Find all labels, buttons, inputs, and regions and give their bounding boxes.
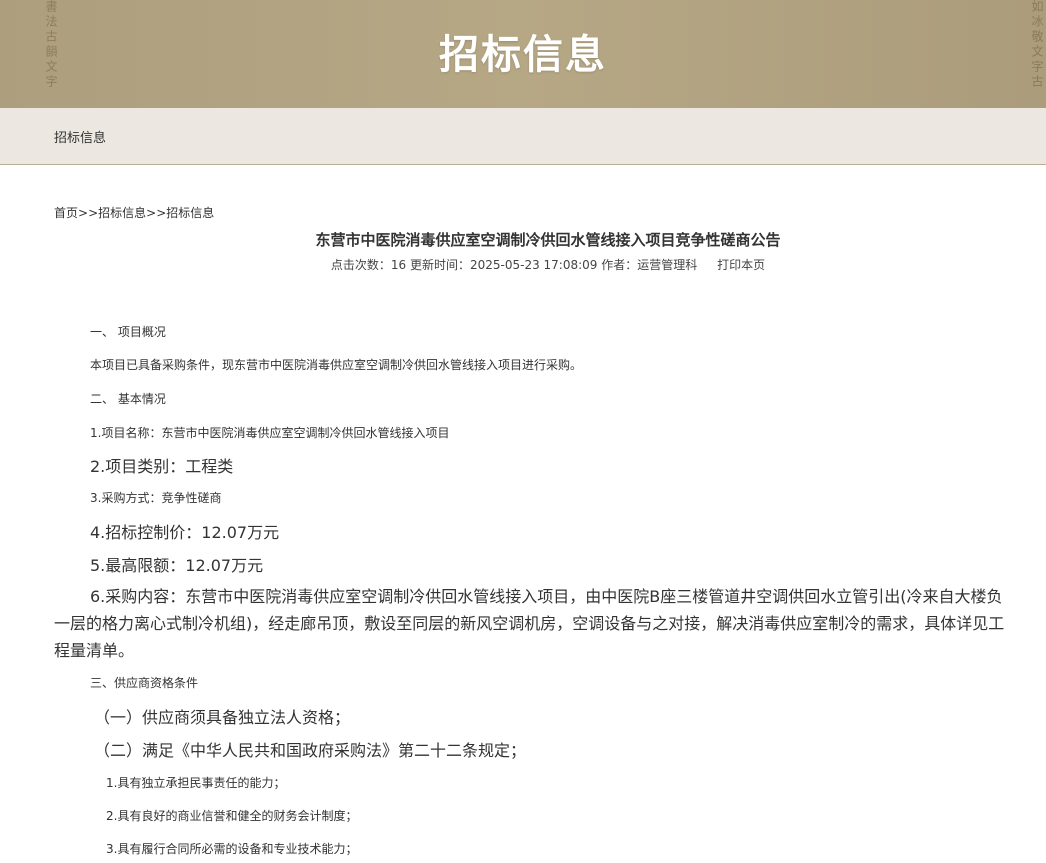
paragraph: （一）供应商须具备独立法人资格；: [94, 708, 351, 727]
paragraph: 3.采购方式：竞争性磋商: [90, 491, 222, 505]
section-title: 招标信息: [54, 131, 107, 146]
paragraph: 3.具有履行合同所必需的设备和专业技术能力；: [106, 842, 358, 856]
paragraph: 2.具有良好的商业信誉和健全的财务会计制度；: [106, 809, 358, 823]
paragraph: 本项目已具备采购条件，现东营市中医院消毒供应室空调制冷供回水管线接入项目进行采购…: [90, 358, 583, 372]
paragraph: 4.招标控制价：12.07万元: [90, 523, 280, 542]
breadcrumb-level2-link[interactable]: 招标信息: [166, 206, 214, 220]
article-title: 东营市中医院消毒供应室空调制冷供回水管线接入项目竞争性磋商公告: [315, 231, 781, 249]
print-page-link[interactable]: 打印本页: [717, 258, 765, 272]
section-heading-qualification: 三、供应商资格条件: [90, 676, 199, 690]
header-banner: 書法古韻文字 招标信息 如冰敬文字古: [0, 0, 1046, 108]
section-heading-overview: 一、 项目概况: [90, 325, 166, 339]
section-bar: 招标信息: [0, 108, 1046, 165]
click-count: 点击次数：16: [330, 258, 407, 272]
paragraph: 2.项目类别：工程类: [90, 457, 234, 476]
breadcrumb: 首页>>招标信息>>招标信息: [54, 204, 214, 221]
paragraph: 5.最高限额：12.07万元: [90, 556, 264, 575]
banner-title: 招标信息: [439, 32, 607, 78]
section-heading-basic: 二、 基本情况: [90, 392, 166, 406]
banner-calligraphy-right: 如冰敬文字古: [1030, 0, 1044, 90]
breadcrumb-separator: >>: [146, 206, 167, 220]
paragraph: 1.具有独立承担民事责任的能力；: [106, 776, 286, 790]
breadcrumb-separator: >>: [78, 206, 99, 220]
paragraph: （二）满足《中华人民共和国政府采购法》第二十二条规定；: [94, 741, 527, 760]
article-meta: 点击次数：16 更新时间：2025-05-23 17:08:09 作者：运营管理…: [0, 256, 1046, 273]
author: 作者：运营管理科: [601, 258, 698, 272]
paragraph-procurement-content: 6.采购内容：东营市中医院消毒供应室空调制冷供回水管线接入项目，由中医院B座三楼…: [54, 587, 1005, 660]
paragraph: 1.项目名称：东营市中医院消毒供应室空调制冷供回水管线接入项目: [90, 426, 450, 440]
update-time: 更新时间：2025-05-23 17:08:09: [409, 258, 598, 272]
breadcrumb-level1-link[interactable]: 招标信息: [98, 206, 146, 220]
breadcrumb-home-link[interactable]: 首页: [54, 206, 78, 220]
